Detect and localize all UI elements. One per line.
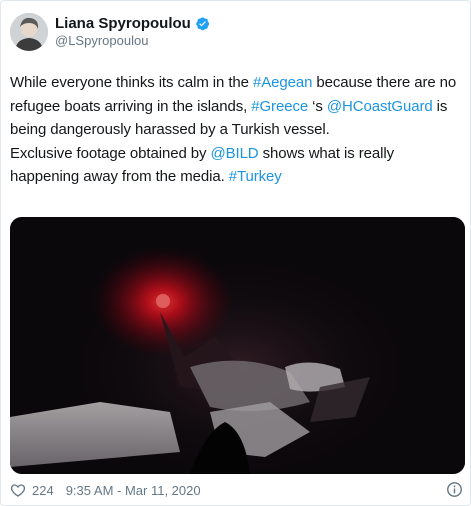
tweet-text: While everyone thinks its calm in the #A… <box>10 74 457 185</box>
heart-icon[interactable] <box>10 482 26 498</box>
tweet-header: Liana Spyropoulou @LSpyropoulou <box>10 13 210 51</box>
avatar[interactable] <box>10 13 48 51</box>
tweet-timestamp[interactable]: 9:35 AM - Mar 11, 2020 <box>66 483 201 498</box>
mention-hcoastguard[interactable]: @HCoastGuard <box>327 98 433 115</box>
video-frame <box>10 217 465 474</box>
hashtag-aegean[interactable]: #Aegean <box>253 74 312 91</box>
hashtag-turkey[interactable]: #Turkey <box>229 168 282 185</box>
tweet-footer: 224 9:35 AM - Mar 11, 2020 <box>10 482 201 498</box>
author-handle[interactable]: @LSpyropoulou <box>55 33 210 49</box>
mention-bild[interactable]: @BILD <box>210 145 258 162</box>
verified-badge-icon <box>196 17 209 31</box>
hashtag-greece[interactable]: #Greece <box>251 98 308 115</box>
author-name[interactable]: Liana Spyropoulou <box>55 15 191 34</box>
tweet-card[interactable]: Liana Spyropoulou @LSpyropoulou While ev… <box>0 0 471 506</box>
video-media[interactable] <box>10 217 465 474</box>
like-count[interactable]: 224 <box>32 483 54 498</box>
info-icon[interactable] <box>446 481 463 498</box>
